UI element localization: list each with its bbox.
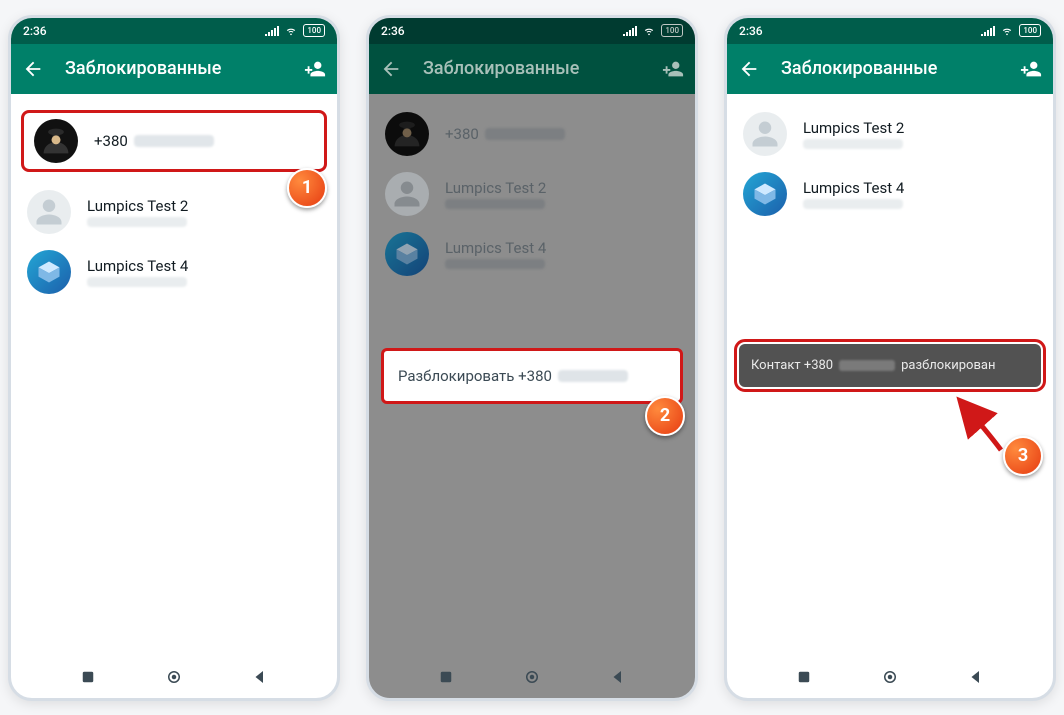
signal-icon: [265, 26, 279, 36]
avatar-app-icon: [385, 232, 429, 276]
add-contact-button[interactable]: [303, 57, 327, 81]
unblock-action-label: Разблокировать +380: [398, 367, 552, 385]
redacted-number: [134, 135, 214, 147]
redacted-subtitle: [87, 217, 187, 227]
back-button[interactable]: [379, 57, 403, 81]
unblock-action-sheet[interactable]: Разблокировать +380: [381, 348, 683, 404]
app-toolbar: Заблокированные: [369, 44, 695, 94]
toast-text-suffix: разблокирован: [901, 358, 995, 373]
avatar-placeholder-icon: [27, 190, 71, 234]
add-contact-button[interactable]: [1019, 57, 1043, 81]
page-title: Заблокированные: [423, 58, 641, 79]
contact-name: Lumpics Test 2: [87, 197, 188, 215]
status-icons: 100: [265, 24, 325, 37]
avatar-placeholder-icon: [385, 172, 429, 216]
contact-name: +380: [445, 125, 479, 143]
contact-name: Lumpics Test 2: [445, 179, 546, 197]
toast-text-prefix: Контакт +380: [751, 358, 833, 373]
redacted-number: [839, 360, 895, 371]
blocked-contact-row[interactable]: Lumpics Test 4: [369, 224, 695, 284]
nav-recent-icon[interactable]: [795, 668, 813, 686]
signal-icon: [981, 26, 995, 36]
status-time: 2:36: [739, 24, 763, 38]
back-button[interactable]: [737, 57, 761, 81]
avatar-mystery-icon: [34, 119, 78, 163]
status-icons: 100: [623, 24, 683, 37]
step-badge-1: 1: [287, 168, 327, 208]
blocked-contact-row[interactable]: +380: [21, 110, 327, 172]
contact-name: +380: [94, 132, 128, 150]
contact-name: Lumpics Test 4: [445, 239, 546, 257]
nav-home-icon[interactable]: [523, 668, 541, 686]
avatar-app-icon: [743, 172, 787, 216]
screen-3: 2:36 100 Заблокированные Lumpics: [724, 15, 1056, 701]
redacted-subtitle: [87, 277, 187, 287]
contact-name: Lumpics Test 4: [87, 257, 188, 275]
contact-name: Lumpics Test 4: [803, 179, 904, 197]
status-time: 2:36: [381, 24, 405, 38]
avatar-app-icon: [27, 250, 71, 294]
avatar-placeholder-icon: [743, 112, 787, 156]
app-toolbar: Заблокированные: [727, 44, 1053, 94]
wifi-icon: [1000, 26, 1014, 36]
back-button[interactable]: [21, 57, 45, 81]
status-bar: 2:36 100: [11, 18, 337, 44]
status-bar: 2:36 100: [727, 18, 1053, 44]
blocked-contact-row[interactable]: Lumpics Test 4: [11, 242, 337, 302]
nav-back-icon[interactable]: [967, 668, 985, 686]
battery-icon: 100: [661, 24, 683, 37]
step-badge-2: 2: [645, 396, 685, 436]
step-badge-3: 3: [1003, 436, 1043, 476]
blocked-contact-row[interactable]: +380: [369, 104, 695, 164]
wifi-icon: [642, 26, 656, 36]
screen-1: 2:36 100 Заблокированные: [8, 15, 340, 701]
status-icons: 100: [981, 24, 1041, 37]
redacted-number: [558, 370, 628, 382]
page-title: Заблокированные: [781, 58, 999, 79]
nav-home-icon[interactable]: [881, 668, 899, 686]
unblock-toast: Контакт +380 разблокирован: [739, 344, 1041, 387]
screen-2: 2:36 100 Заблокированные: [366, 15, 698, 701]
battery-icon: 100: [1019, 24, 1041, 37]
status-bar: 2:36 100: [369, 18, 695, 44]
nav-recent-icon[interactable]: [437, 668, 455, 686]
add-contact-button[interactable]: [661, 57, 685, 81]
android-navbar: [369, 656, 695, 698]
nav-home-icon[interactable]: [165, 668, 183, 686]
blocked-contact-row[interactable]: Lumpics Test 2: [727, 104, 1053, 164]
blocked-list: +380 Lumpics Test 2 Lum: [369, 94, 695, 284]
nav-recent-icon[interactable]: [79, 668, 97, 686]
redacted-subtitle: [445, 259, 545, 269]
avatar-mystery-icon: [385, 112, 429, 156]
redacted-subtitle: [445, 199, 545, 209]
nav-back-icon[interactable]: [609, 668, 627, 686]
blocked-list: +380 Lumpics Test 2 Lum: [11, 94, 337, 302]
blocked-list: Lumpics Test 2 Lumpics Test 4: [727, 94, 1053, 224]
status-time: 2:36: [23, 24, 47, 38]
blocked-contact-row[interactable]: Lumpics Test 4: [727, 164, 1053, 224]
blocked-contact-row[interactable]: Lumpics Test 2: [369, 164, 695, 224]
redacted-number: [485, 128, 565, 140]
wifi-icon: [284, 26, 298, 36]
app-toolbar: Заблокированные: [11, 44, 337, 94]
android-navbar: [11, 656, 337, 698]
battery-icon: 100: [303, 24, 325, 37]
annotation-arrow-icon: [941, 390, 1011, 460]
redacted-subtitle: [803, 199, 903, 209]
signal-icon: [623, 26, 637, 36]
contact-name: Lumpics Test 2: [803, 119, 904, 137]
nav-back-icon[interactable]: [251, 668, 269, 686]
android-navbar: [727, 656, 1053, 698]
page-title: Заблокированные: [65, 58, 283, 79]
redacted-subtitle: [803, 139, 903, 149]
